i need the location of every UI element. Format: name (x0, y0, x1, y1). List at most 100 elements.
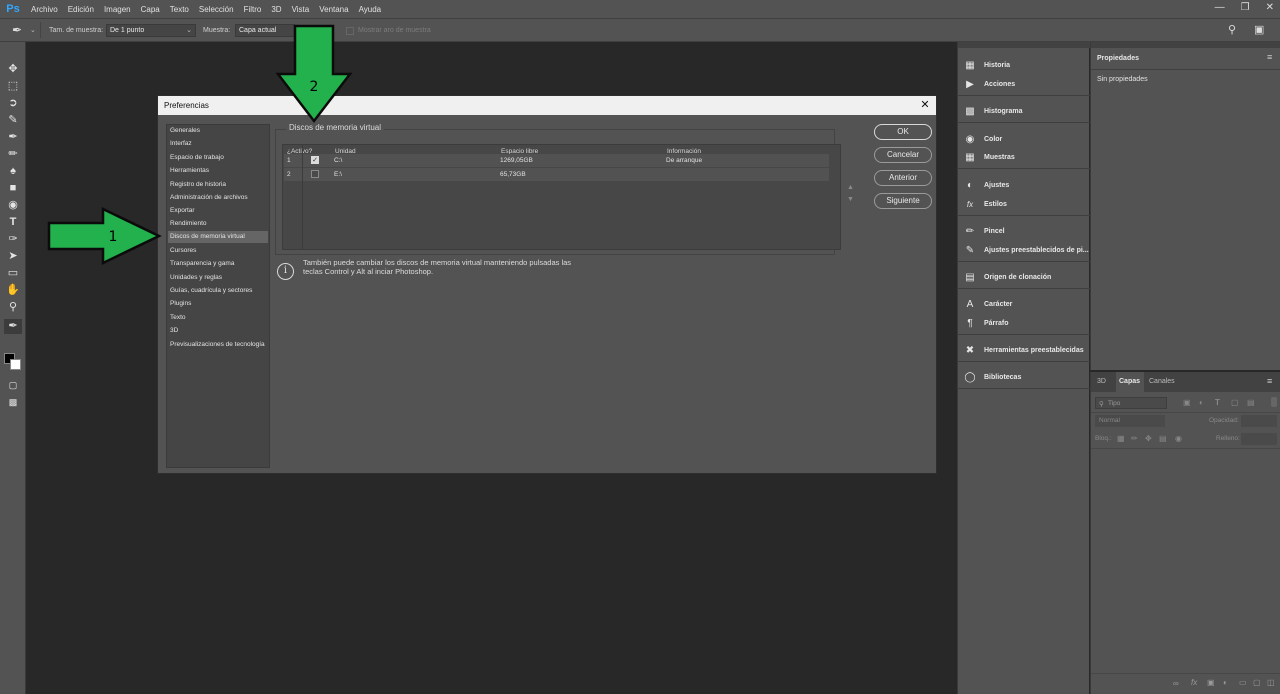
lock-transparent-icon[interactable]: ▦ (1117, 434, 1125, 443)
dock-herramientas-preestablecidas[interactable]: ✖ Herramientas preestablecidas (964, 343, 1084, 357)
background-color-swatch[interactable] (10, 359, 21, 370)
menu-ayuda[interactable]: Ayuda (354, 5, 387, 14)
dock-muestras[interactable]: ▦ Muestras (964, 150, 1014, 164)
stamp-tool-icon[interactable]: ♠ (4, 164, 22, 179)
next-button[interactable]: Siguiente (874, 193, 932, 209)
screen-mode-icon[interactable]: ▩ (4, 395, 22, 410)
eyedropper-tool-icon[interactable]: ✒ (4, 130, 22, 145)
move-down-icon[interactable]: ▼ (847, 196, 854, 203)
close-icon[interactable]: ✕ (918, 98, 932, 112)
filter-image-icon[interactable]: ▣ (1183, 398, 1191, 407)
chevron-down-icon[interactable]: ⌄ (30, 26, 36, 34)
dock-color[interactable]: ◉ Color (964, 132, 1003, 146)
dock-acciones[interactable]: ▶ Acciones (964, 77, 1015, 91)
tab-propiedades[interactable]: Propiedades (1097, 55, 1139, 62)
dock-historia[interactable]: ▦ Historia (964, 58, 1010, 72)
nav-plugins[interactable]: Plugins (168, 298, 268, 310)
eraser-tool-icon[interactable]: ■ (4, 181, 22, 196)
panel-menu-icon[interactable]: ≡ (1267, 376, 1272, 386)
filter-type-icon[interactable]: T (1215, 398, 1220, 407)
menu-imagen[interactable]: Imagen (99, 5, 136, 14)
tab-3d[interactable]: 3D (1097, 378, 1106, 385)
opacity-input[interactable] (1241, 415, 1277, 427)
nav-interfaz[interactable]: Interfaz (168, 138, 268, 150)
dock-parrafo[interactable]: ¶ Párrafo (964, 316, 1008, 330)
filter-smart-icon[interactable]: ▤ (1247, 398, 1255, 407)
dock-estilos[interactable]: fx Estilos (964, 197, 1007, 211)
nav-administracion-archivos[interactable]: Administración de archivos (168, 192, 268, 204)
panel-menu-icon[interactable]: ≡ (1267, 52, 1272, 62)
menu-vista[interactable]: Vista (287, 5, 315, 14)
dock-caracter[interactable]: A Carácter (964, 297, 1013, 311)
nav-3d[interactable]: 3D (168, 325, 268, 337)
workspace-icon[interactable]: ▣ (1254, 23, 1264, 36)
dock-pincel[interactable]: ✏ Pincel (964, 224, 1005, 238)
blend-mode-select[interactable]: Normal (1095, 415, 1165, 427)
tab-canales[interactable]: Canales (1149, 378, 1175, 385)
marquee-tool-icon[interactable]: ⬚ (4, 79, 22, 94)
menu-archivo[interactable]: Archivo (26, 5, 63, 14)
close-icon[interactable]: ✕ (1266, 2, 1274, 13)
search-icon[interactable]: ⚲ (1228, 23, 1236, 36)
move-up-icon[interactable]: ▲ (847, 184, 854, 191)
folder-icon[interactable]: ▭ (1239, 678, 1247, 687)
menu-3d[interactable]: 3D (266, 5, 286, 14)
nav-previsualizaciones[interactable]: Previsualizaciones de tecnología (168, 339, 268, 351)
menu-capa[interactable]: Capa (136, 5, 165, 14)
minimize-icon[interactable]: — (1215, 2, 1225, 13)
dock-origen-clonacion[interactable]: ▤ Origen de clonación (964, 270, 1051, 284)
ok-button[interactable]: OK (874, 124, 932, 140)
nav-rendimiento[interactable]: Rendimiento (168, 218, 268, 230)
nav-exportar[interactable]: Exportar (168, 205, 268, 217)
lock-all-icon[interactable]: ◉ (1175, 434, 1182, 443)
table-row[interactable]: 2 E:\ 65,73GB (284, 168, 829, 181)
nav-herramientas[interactable]: Herramientas (168, 165, 268, 177)
menu-seleccion[interactable]: Selección (194, 5, 239, 14)
eyedropper-icon[interactable]: ✒ (12, 23, 22, 37)
active-checkbox[interactable]: ✓ (311, 156, 319, 164)
table-row[interactable]: 1 ✓ C:\ 1269,05GB De arranque (284, 154, 829, 167)
dock-histograma[interactable]: ▩ Histograma (964, 104, 1022, 118)
nav-texto[interactable]: Texto (168, 312, 268, 324)
paint-bucket-tool-icon[interactable]: ◉ (4, 198, 22, 213)
nav-discos-memoria-virtual[interactable]: Discos de memoria virtual (168, 231, 268, 243)
link-icon[interactable]: ∞ (1173, 679, 1179, 688)
lasso-tool-icon[interactable]: ➲ (4, 96, 22, 111)
menu-filtro[interactable]: Filtro (239, 5, 267, 14)
dock-ajustes-pincel[interactable]: ✎ Ajustes preestablecidos de pi... (964, 243, 1089, 257)
dock-ajustes[interactable]: ◐ Ajustes (964, 178, 1009, 192)
menu-texto[interactable]: Texto (165, 5, 194, 14)
nav-espacio-trabajo[interactable]: Espacio de trabajo (168, 152, 268, 164)
adjustment-layer-icon[interactable]: ◐ (1223, 678, 1228, 687)
nav-transparencia-gama[interactable]: Transparencia y gama (168, 258, 268, 270)
lock-artboard-icon[interactable]: ▤ (1159, 434, 1167, 443)
nav-registro-historia[interactable]: Registro de historia (168, 179, 268, 191)
menu-edicion[interactable]: Edición (63, 5, 99, 14)
new-layer-icon[interactable]: ▢ (1253, 678, 1261, 687)
pen-tool-icon[interactable]: ✑ (4, 232, 22, 247)
nav-cursores[interactable]: Cursores (168, 245, 268, 257)
active-checkbox[interactable] (311, 170, 319, 178)
filter-adjust-icon[interactable]: ◐ (1199, 398, 1204, 407)
quick-selection-tool-icon[interactable]: ✎ (4, 113, 22, 128)
path-selection-tool-icon[interactable]: ➤ (4, 249, 22, 264)
tab-capas[interactable]: Capas (1119, 378, 1140, 385)
hand-tool-icon[interactable]: ✋ (4, 283, 22, 298)
sample-size-select[interactable]: De 1 punto ⌄ (106, 24, 196, 37)
eyedropper-active-icon[interactable]: ✒ (4, 319, 22, 334)
filter-toggle[interactable] (1271, 397, 1277, 407)
type-tool-icon[interactable]: T (4, 215, 22, 230)
brush-tool-icon[interactable]: ✏ (4, 147, 22, 162)
layer-filter-select[interactable]: ⚲ Tipo (1095, 397, 1167, 409)
menu-ventana[interactable]: Ventana (314, 5, 353, 14)
mask-icon[interactable]: ▣ (1207, 678, 1215, 687)
restore-icon[interactable]: ❐ (1241, 2, 1250, 13)
zoom-tool-icon[interactable]: ⚲ (4, 300, 22, 315)
fill-input[interactable] (1241, 433, 1277, 445)
move-tool-icon[interactable]: ✥ (4, 62, 22, 77)
cancel-button[interactable]: Cancelar (874, 147, 932, 163)
trash-icon[interactable]: ◫ (1267, 678, 1275, 687)
nav-generales[interactable]: Generales (168, 125, 268, 137)
lock-move-icon[interactable]: ✥ (1145, 434, 1152, 443)
filter-shape-icon[interactable]: ▢ (1231, 398, 1239, 407)
